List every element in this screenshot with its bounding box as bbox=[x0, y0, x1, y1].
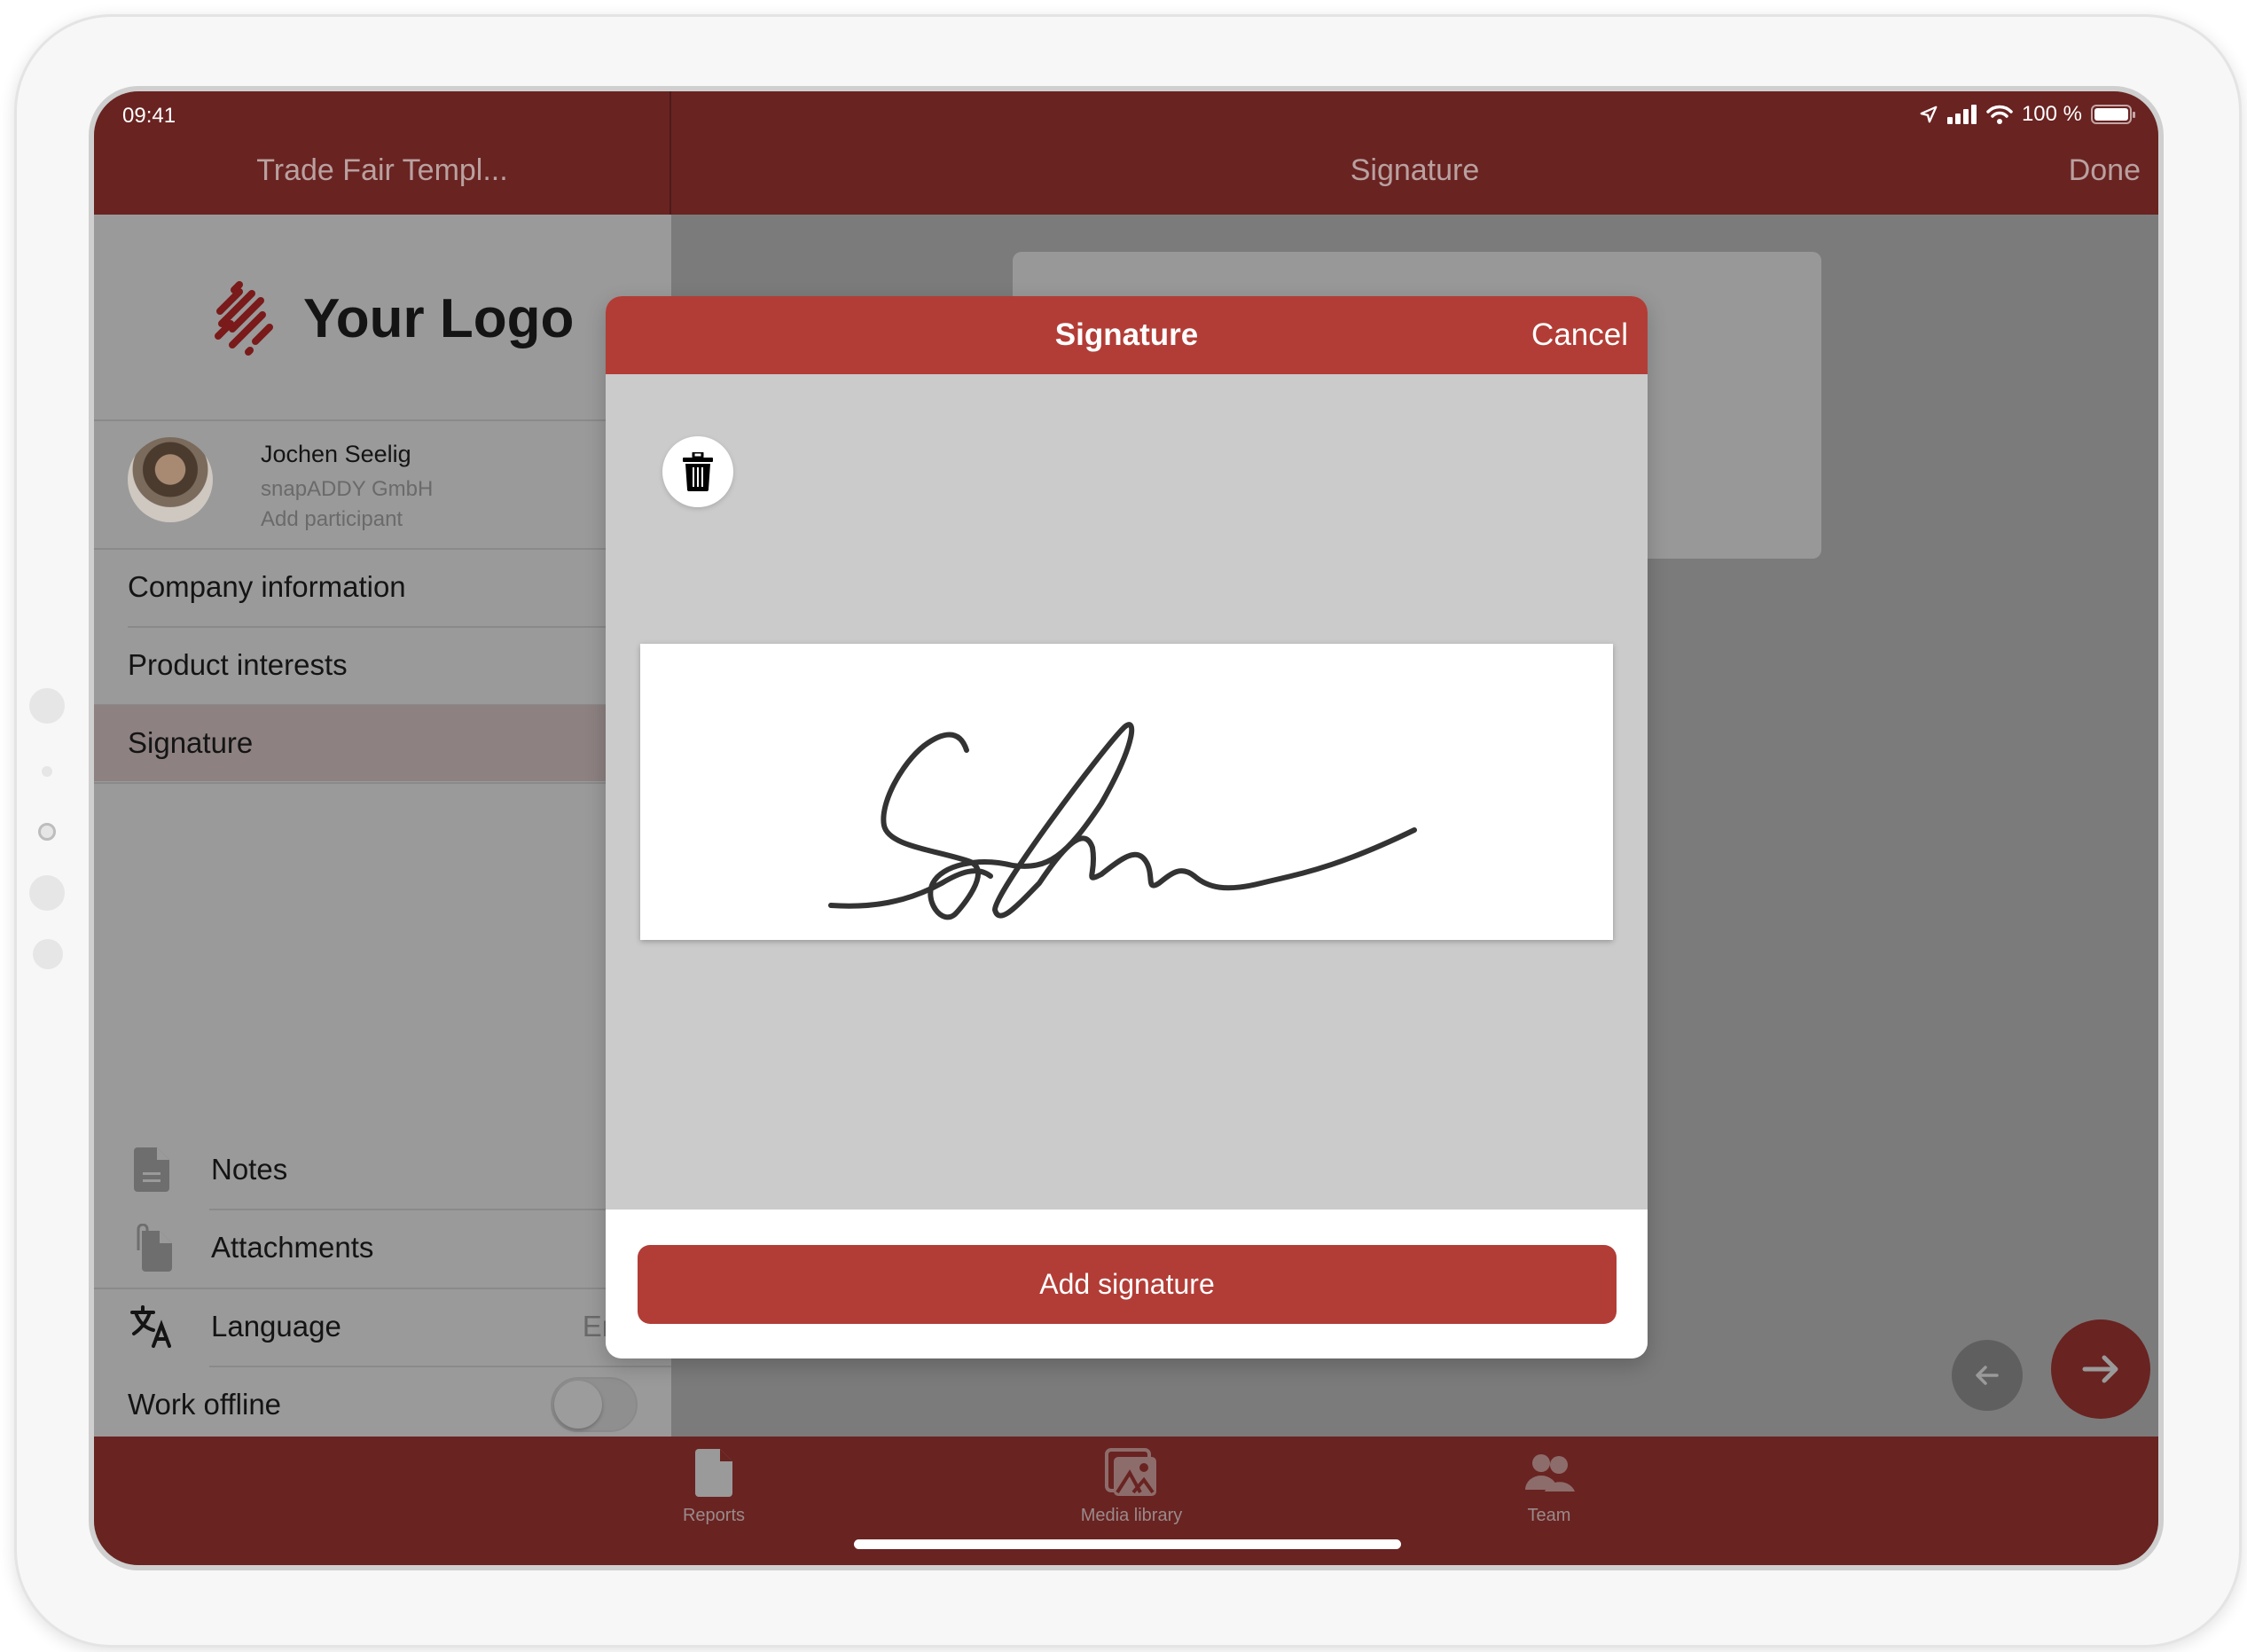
previous-page-button[interactable] bbox=[1952, 1340, 2023, 1411]
battery-percentage: 100 % bbox=[2021, 102, 2082, 126]
divider bbox=[94, 782, 671, 784]
signature-stroke bbox=[828, 722, 1417, 920]
hardware-dot bbox=[42, 766, 52, 777]
image-gallery-icon bbox=[1105, 1448, 1156, 1496]
modal-footer: Add signature bbox=[606, 1210, 1648, 1358]
tab-media-library[interactable]: Media library bbox=[1043, 1445, 1220, 1526]
hardware-button bbox=[29, 875, 65, 911]
trash-icon bbox=[683, 452, 713, 491]
signature-canvas[interactable] bbox=[640, 644, 1613, 940]
work-offline-label: Work offline bbox=[128, 1388, 282, 1421]
sidebar-item-label: Signature bbox=[128, 726, 254, 759]
language-label: Language bbox=[211, 1310, 341, 1343]
work-offline-toggle[interactable] bbox=[551, 1377, 638, 1432]
tool-label: Attachments bbox=[211, 1231, 374, 1264]
participant-company: snapADDY GmbH bbox=[261, 477, 434, 501]
sidebar: Your Logo Jochen Seelig snapADDY GmbH Ad… bbox=[94, 215, 678, 1447]
sidebar-item-label: Product interests bbox=[128, 648, 348, 681]
add-participant-link[interactable]: Add participant bbox=[261, 507, 403, 532]
document-icon bbox=[695, 1449, 732, 1497]
logo-text: Your Logo bbox=[303, 287, 575, 349]
signature-modal: Signature Cancel Add signature bbox=[606, 296, 1648, 1358]
document-icon bbox=[134, 1147, 169, 1192]
page-title: Signature bbox=[1350, 153, 1480, 187]
template-title[interactable]: Trade Fair Templ... bbox=[94, 153, 670, 188]
sidebar-item-attachments[interactable]: Attachments bbox=[94, 1210, 671, 1286]
work-offline-row: Work offline bbox=[94, 1366, 671, 1443]
add-signature-button[interactable]: Add signature bbox=[638, 1245, 1617, 1324]
arrow-right-icon bbox=[2082, 1355, 2118, 1383]
battery-icon bbox=[2091, 105, 2135, 124]
next-page-button[interactable] bbox=[2051, 1319, 2150, 1419]
hardware-button bbox=[33, 939, 63, 969]
tab-label: Reports bbox=[682, 1506, 746, 1525]
sidebar-item-notes[interactable]: Notes bbox=[94, 1131, 671, 1208]
tab-label: Media library bbox=[1080, 1506, 1183, 1525]
clear-signature-button[interactable] bbox=[662, 436, 733, 507]
sidebar-item-language[interactable]: Language English bbox=[94, 1288, 678, 1365]
camera-icon bbox=[38, 823, 56, 841]
navigation-header: 09:41 100 % Trade Fair Templ... Signatur… bbox=[94, 91, 2158, 215]
bottom-tab-bar: Reports Media library Team bbox=[94, 1437, 2158, 1565]
sidebar-item-label: Company information bbox=[128, 570, 406, 603]
participant-row[interactable]: Jochen Seelig snapADDY GmbH Add particip… bbox=[94, 421, 671, 554]
status-indicators: 100 % bbox=[1919, 102, 2135, 127]
home-indicator[interactable] bbox=[854, 1539, 1401, 1549]
participant-name: Jochen Seelig bbox=[261, 441, 411, 467]
avatar bbox=[128, 437, 213, 522]
wifi-icon bbox=[1986, 105, 2013, 124]
done-button[interactable]: Done bbox=[2069, 153, 2141, 188]
cellular-signal-icon bbox=[1946, 105, 1977, 124]
sidebar-item-company-information[interactable]: Company information bbox=[94, 549, 671, 625]
company-logo: Your Logo bbox=[209, 281, 574, 356]
sidebar-item-signature[interactable]: Signature bbox=[94, 705, 671, 781]
tool-label: Notes bbox=[211, 1153, 288, 1186]
tab-reports[interactable]: Reports bbox=[625, 1445, 802, 1526]
sidebar-item-product-interests[interactable]: Product interests bbox=[94, 627, 671, 703]
tab-label: Team bbox=[1527, 1506, 1571, 1525]
status-time: 09:41 bbox=[122, 104, 176, 128]
logo-mark-icon bbox=[215, 281, 273, 356]
cancel-button[interactable]: Cancel bbox=[1531, 317, 1628, 353]
modal-title: Signature bbox=[1054, 317, 1199, 352]
hardware-button bbox=[29, 688, 65, 724]
arrow-left-icon bbox=[1976, 1366, 1999, 1385]
tab-team[interactable]: Team bbox=[1460, 1445, 1638, 1526]
location-arrow-icon bbox=[1920, 106, 1938, 123]
people-icon bbox=[1525, 1454, 1575, 1491]
attachment-icon bbox=[137, 1224, 172, 1272]
translate-icon bbox=[130, 1305, 171, 1348]
modal-header: Signature Cancel bbox=[606, 296, 1648, 374]
app-screen: 09:41 100 % Trade Fair Templ... Signatur… bbox=[89, 86, 2164, 1570]
